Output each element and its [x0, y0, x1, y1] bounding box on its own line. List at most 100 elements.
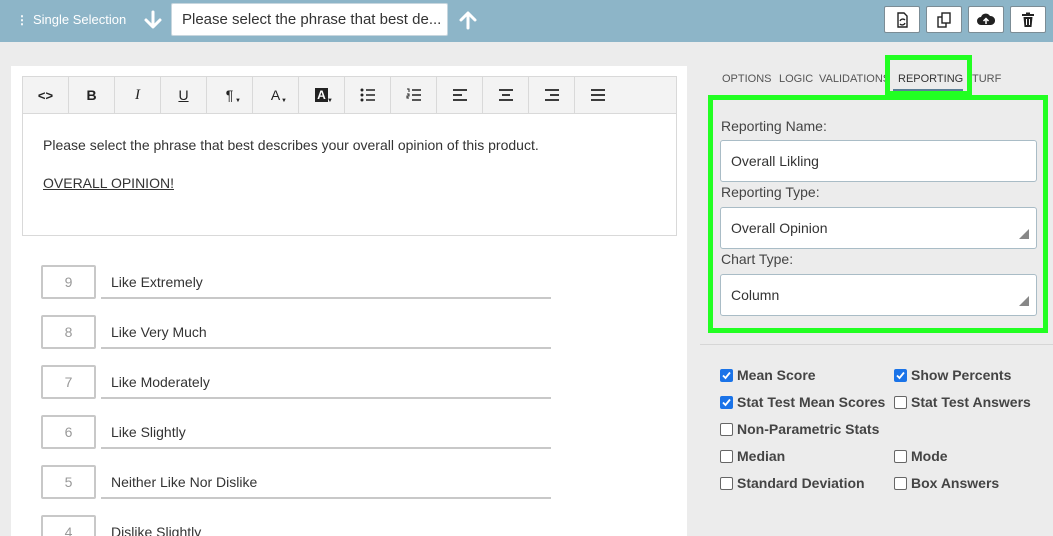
- checkbox-unchecked-icon: [720, 476, 733, 490]
- option-label-input[interactable]: Like Very Much: [101, 315, 551, 349]
- copy-icon: [937, 11, 951, 28]
- reporting-type-select[interactable]: Overall Opinion: [720, 207, 1037, 249]
- chart-type-label: Chart Type:: [721, 251, 794, 267]
- checkbox-label: Non-Parametric Stats: [737, 421, 880, 437]
- option-code-input[interactable]: 4: [41, 515, 96, 536]
- answer-option: 6 Like Slightly: [41, 415, 561, 451]
- delete-button[interactable]: [1010, 6, 1046, 33]
- reporting-name-label: Reporting Name:: [721, 118, 827, 134]
- checkbox-label: Mode: [911, 448, 948, 464]
- trash-icon: [1022, 12, 1034, 27]
- answer-option: 4 Dislike Slightly: [41, 515, 561, 536]
- refresh-file-icon: [897, 11, 908, 28]
- arrow-up-icon[interactable]: [457, 9, 479, 31]
- question-type-selector[interactable]: ⋮ Single Selection: [16, 12, 126, 27]
- tab-turf[interactable]: TURF: [972, 73, 1001, 85]
- question-body-text: Please select the phrase that best descr…: [43, 137, 539, 153]
- underline-icon[interactable]: U: [161, 77, 207, 113]
- chart-type-value: Column: [731, 287, 780, 303]
- question-text-editor[interactable]: Please select the phrase that best descr…: [22, 113, 677, 236]
- justify-icon[interactable]: [575, 77, 621, 113]
- option-label-input[interactable]: Like Moderately: [101, 365, 551, 399]
- tab-options[interactable]: OPTIONS: [722, 73, 772, 85]
- tab-logic[interactable]: LOGIC: [779, 73, 813, 85]
- checkbox-label: Show Percents: [911, 367, 1012, 383]
- checkbox-label: Median: [737, 448, 786, 464]
- question-type-label: Single Selection: [33, 12, 127, 27]
- bullet-list-icon[interactable]: [345, 77, 391, 113]
- align-right-icon[interactable]: [529, 77, 575, 113]
- option-label-input[interactable]: Like Slightly: [101, 415, 551, 449]
- drag-handle-icon[interactable]: ⋮: [16, 13, 28, 27]
- background-color-icon[interactable]: A ▼: [299, 77, 345, 113]
- answer-option: 9 Like Extremely: [41, 265, 561, 301]
- checkbox-unchecked-icon: [720, 422, 733, 436]
- bold-icon[interactable]: B: [69, 77, 115, 113]
- checkbox-label: Standard Deviation: [737, 475, 865, 491]
- tab-reporting[interactable]: REPORTING: [898, 73, 963, 85]
- caret-down-icon: ▼: [281, 98, 287, 104]
- checkbox-checked-icon: [720, 368, 733, 382]
- option-code-input[interactable]: 7: [41, 365, 96, 399]
- cloud-upload-icon: [977, 13, 995, 25]
- answer-option: 8 Like Very Much: [41, 315, 561, 351]
- mode-checkbox[interactable]: Mode: [894, 448, 948, 464]
- non-parametric-stats-checkbox[interactable]: Non-Parametric Stats: [720, 421, 879, 437]
- standard-deviation-checkbox[interactable]: Standard Deviation: [720, 475, 865, 491]
- checkbox-checked-icon: [720, 395, 733, 409]
- checkbox-label: Mean Score: [737, 367, 816, 383]
- checkbox-unchecked-icon: [720, 449, 733, 463]
- reporting-type-label: Reporting Type:: [721, 184, 820, 200]
- caret-down-icon: ▼: [327, 98, 333, 104]
- align-center-icon[interactable]: [483, 77, 529, 113]
- select-arrow-icon: [1019, 296, 1029, 306]
- section-divider: [700, 344, 1053, 345]
- font-color-glyph: A: [270, 87, 281, 103]
- checkbox-label: Stat Test Answers: [911, 394, 1031, 410]
- cloud-upload-button[interactable]: [968, 6, 1004, 33]
- box-answers-checkbox[interactable]: Box Answers: [894, 475, 999, 491]
- tab-validations[interactable]: VALIDATIONS: [819, 73, 885, 85]
- mean-score-checkbox[interactable]: Mean Score: [720, 367, 816, 383]
- checkbox-unchecked-icon: [894, 476, 907, 490]
- stat-test-answers-checkbox[interactable]: Stat Test Answers: [894, 394, 1031, 410]
- copy-button[interactable]: [926, 6, 962, 33]
- answer-option: 5 Neither Like Nor Dislike: [41, 465, 561, 501]
- median-checkbox[interactable]: Median: [720, 448, 785, 464]
- arrow-down-icon[interactable]: [142, 9, 164, 31]
- option-label-input[interactable]: Like Extremely: [101, 265, 551, 299]
- reporting-type-value: Overall Opinion: [731, 220, 828, 236]
- checkbox-unchecked-icon: [894, 449, 907, 463]
- option-label-input[interactable]: Neither Like Nor Dislike: [101, 465, 551, 499]
- active-tab-indicator: [893, 89, 963, 91]
- show-percents-checkbox[interactable]: Show Percents: [894, 367, 1011, 383]
- stat-test-mean-scores-checkbox[interactable]: Stat Test Mean Scores: [720, 394, 885, 410]
- italic-icon[interactable]: I: [115, 77, 161, 113]
- rich-text-toolbar: <> B I U ¶ ▼ A ▼ A ▼: [22, 76, 677, 114]
- option-label-input[interactable]: Dislike Slightly: [101, 515, 551, 536]
- refresh-button[interactable]: [884, 6, 920, 33]
- numbered-list-icon[interactable]: [391, 77, 437, 113]
- option-code-input[interactable]: 9: [41, 265, 96, 299]
- checkbox-unchecked-icon: [894, 395, 907, 409]
- bg-color-glyph: A: [315, 88, 328, 102]
- top-bar: ⋮ Single Selection Please select the phr…: [0, 0, 1053, 42]
- checkbox-checked-icon: [894, 368, 907, 382]
- code-icon[interactable]: <>: [23, 77, 69, 113]
- checkbox-label: Box Answers: [911, 475, 1000, 491]
- question-title-input[interactable]: Please select the phrase that best de...: [171, 3, 448, 36]
- chart-type-select[interactable]: Column: [720, 274, 1037, 316]
- font-color-icon[interactable]: A ▼: [253, 77, 299, 113]
- option-code-input[interactable]: 6: [41, 415, 96, 449]
- question-heading-text: OVERALL OPINION!: [43, 175, 174, 191]
- option-code-input[interactable]: 8: [41, 315, 96, 349]
- checkbox-label: Stat Test Mean Scores: [737, 394, 886, 410]
- reporting-name-input[interactable]: Overall Likling: [720, 140, 1037, 182]
- align-left-icon[interactable]: [437, 77, 483, 113]
- option-code-input[interactable]: 5: [41, 465, 96, 499]
- select-arrow-icon: [1019, 229, 1029, 239]
- paragraph-glyph: ¶: [225, 87, 234, 103]
- caret-down-icon: ▼: [235, 98, 241, 104]
- question-editor-panel: <> B I U ¶ ▼ A ▼ A ▼ Please select the p…: [11, 66, 687, 536]
- paragraph-icon[interactable]: ¶ ▼: [207, 77, 253, 113]
